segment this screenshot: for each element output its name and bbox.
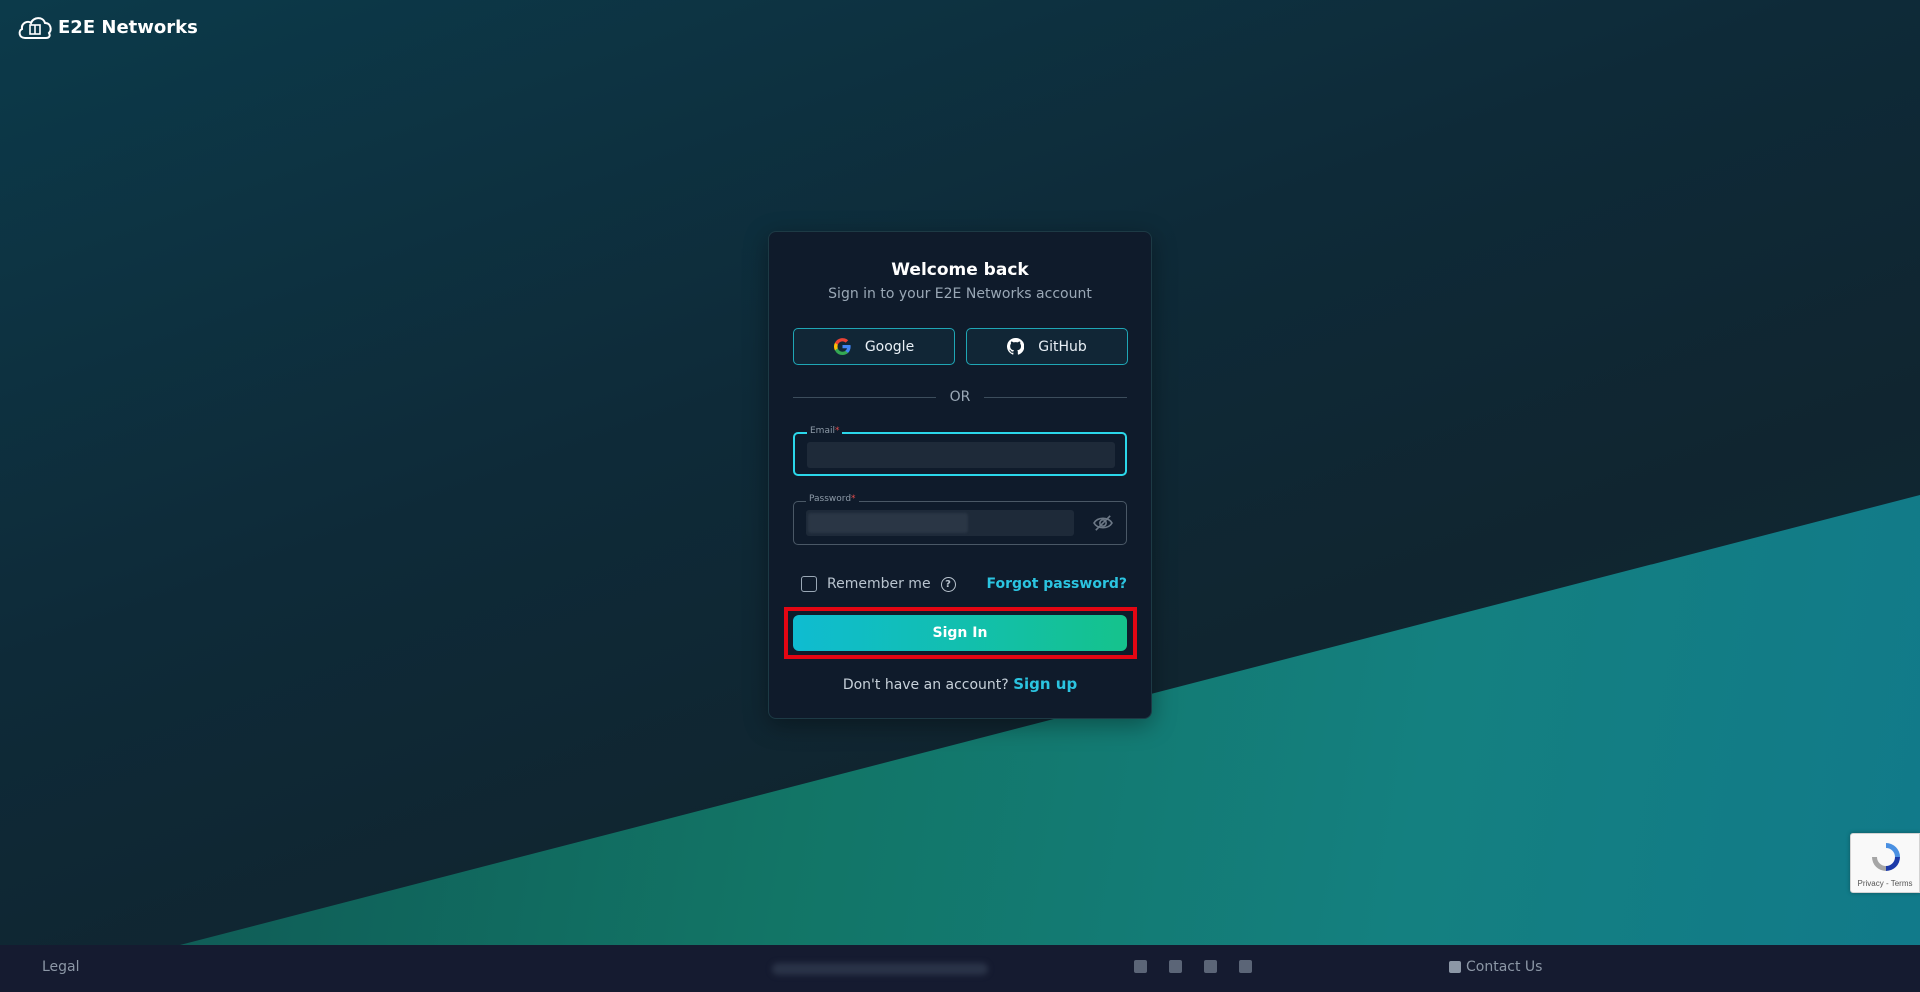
google-label: Google [864, 338, 915, 355]
recaptcha-terms[interactable]: Privacy - Terms [1851, 879, 1919, 888]
contact-label: Contact Us [1466, 959, 1543, 975]
password-value-mask [808, 513, 968, 533]
remember-me[interactable]: Remember me ? [801, 576, 956, 592]
or-divider: OR [793, 389, 1127, 405]
help-icon[interactable]: ? [940, 576, 956, 592]
email-input[interactable] [807, 442, 1115, 468]
github-signin-button[interactable]: GitHub [966, 328, 1128, 365]
phone-icon [1449, 961, 1461, 973]
login-title: Welcome back [891, 260, 1029, 280]
recaptcha-icon [1872, 843, 1900, 871]
footer: Legal Contact Us [0, 945, 1920, 992]
remember-checkbox[interactable] [801, 576, 817, 592]
legal-link[interactable]: Legal [42, 959, 80, 975]
eye-off-icon[interactable] [1092, 514, 1114, 532]
password-label: Password* [806, 494, 859, 504]
signup-row: Don't have an account? Sign up [769, 675, 1151, 693]
rss-icon[interactable] [1239, 960, 1252, 973]
login-subtitle: Sign in to your E2E Networks account [828, 286, 1092, 302]
or-label: OR [949, 389, 971, 405]
divider-line-left [793, 396, 936, 398]
google-icon [833, 338, 851, 355]
password-field: Password* [793, 494, 1127, 545]
footer-blurred-text [772, 963, 988, 975]
signin-button[interactable]: Sign In [793, 615, 1127, 651]
brand-logo[interactable]: E2E Networks [16, 12, 198, 42]
recaptcha-badge[interactable]: Privacy - Terms [1850, 833, 1920, 893]
github-label: GitHub [1038, 338, 1087, 355]
signup-link[interactable]: Sign up [1013, 675, 1077, 693]
email-field: Email* [793, 426, 1127, 476]
facebook-icon[interactable] [1169, 960, 1182, 973]
twitter-icon[interactable] [1204, 960, 1217, 973]
forgot-password-link[interactable]: Forgot password? [987, 576, 1127, 592]
signup-prompt: Don't have an account? [842, 677, 1009, 693]
contact-us-link[interactable]: Contact Us [1449, 959, 1542, 975]
cloud-logo-icon [18, 17, 52, 39]
brand-name: E2E Networks [58, 16, 198, 38]
linkedin-icon[interactable] [1134, 960, 1147, 973]
google-signin-button[interactable]: Google [793, 328, 955, 365]
github-icon [1007, 338, 1025, 355]
remember-label: Remember me [827, 576, 931, 592]
login-card: Welcome back Sign in to your E2E Network… [768, 231, 1152, 719]
social-links [1134, 960, 1252, 973]
divider-line-right [984, 396, 1127, 398]
email-label: Email* [807, 426, 843, 436]
